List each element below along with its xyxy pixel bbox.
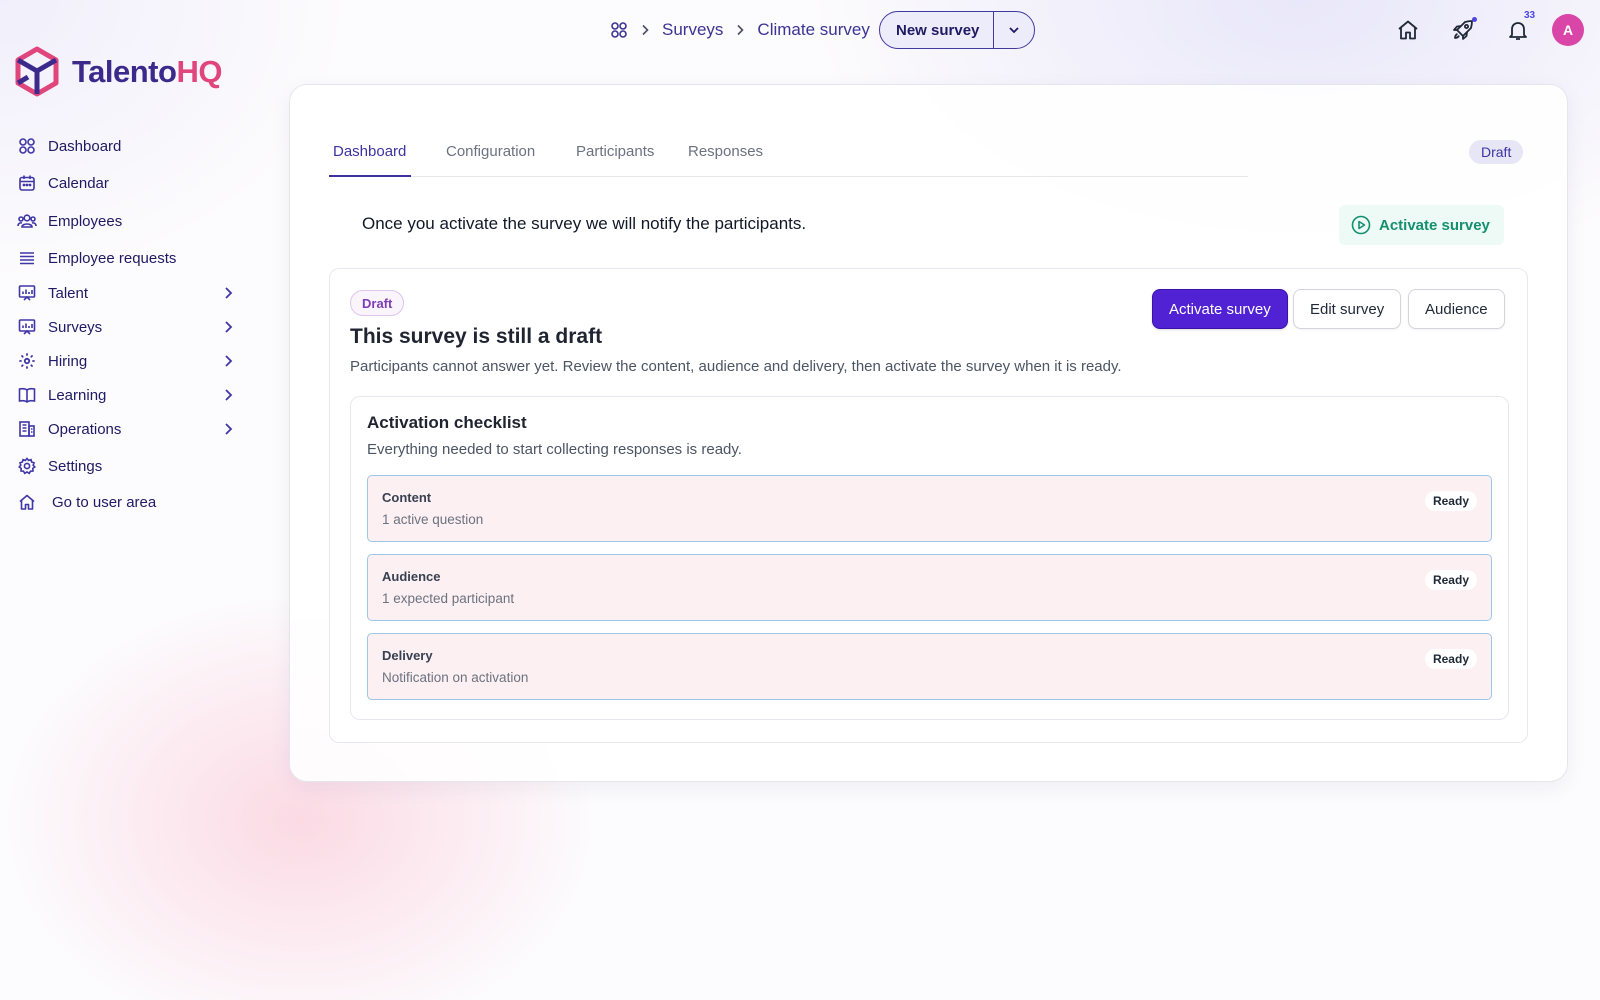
bell-icon[interactable]: 33 (1504, 10, 1535, 44)
sidebar-item-label: Learning (48, 386, 107, 404)
play-circle-icon (1351, 215, 1371, 235)
activate-survey-label: Activate survey (1379, 216, 1490, 234)
book-icon (16, 384, 38, 406)
ready-badge: Ready (1424, 491, 1477, 511)
breadcrumb-current[interactable]: Climate survey (757, 20, 869, 40)
activation-notice: Once you activate the survey we will not… (362, 214, 807, 233)
brand-name: TalentoHQ (72, 54, 222, 89)
chevron-right-icon (638, 23, 652, 37)
rocket-icon[interactable] (1449, 16, 1477, 44)
home-icon (16, 491, 38, 513)
tab-responses[interactable]: Responses (684, 139, 767, 177)
breadcrumb: Surveys Climate survey (610, 16, 870, 44)
sidebar-item-label: Settings (48, 457, 103, 475)
sidebar-item-label: Operations (48, 420, 122, 438)
notification-dot (1472, 17, 1477, 22)
ready-badge: Ready (1424, 649, 1477, 669)
tab-dashboard[interactable]: Dashboard (329, 139, 411, 177)
sidebar-item-employees[interactable]: Employees (16, 206, 246, 236)
chevron-right-icon (220, 319, 236, 335)
chevron-right-icon (733, 23, 747, 37)
calendar-icon (16, 172, 38, 194)
activation-checklist: Activation checklist Everything needed t… (350, 396, 1509, 720)
chevron-right-icon (220, 353, 236, 369)
sidebar-item-talent[interactable]: Talent (16, 278, 246, 308)
checklist-item-description: 1 expected participant (382, 591, 515, 606)
draft-title: This survey is still a draft (350, 325, 603, 348)
list-icon (16, 247, 38, 269)
sidebar-item-go-to-user-area[interactable]: Go to user area (16, 487, 246, 517)
checklist-item-name: Audience (382, 569, 441, 584)
gear-icon (16, 455, 38, 477)
logo-cube-icon (15, 46, 59, 97)
checklist-item-description: Notification on activation (382, 670, 529, 685)
draft-description: Participants cannot answer yet. Review t… (350, 358, 1122, 375)
chevron-right-icon (220, 387, 236, 403)
sidebar-item-hiring[interactable]: Hiring (16, 346, 246, 376)
sidebar-item-learning[interactable]: Learning (16, 380, 246, 410)
status-badge: Draft (1469, 140, 1524, 164)
activate-survey-button[interactable]: Activate survey (1152, 289, 1288, 329)
activate-survey-link-button[interactable]: Activate survey (1339, 205, 1504, 245)
logo[interactable]: TalentoHQ (14, 46, 222, 98)
checklist-item-name: Content (382, 490, 432, 505)
checklist-item-audience[interactable]: Audience 1 expected participant Ready (367, 554, 1492, 621)
building-icon (16, 418, 38, 440)
tab-bar: Dashboard Configuration Participants Res… (329, 139, 1248, 177)
checklist-title: Activation checklist (367, 413, 527, 432)
new-survey-dropdown-button[interactable] (994, 12, 1034, 48)
sidebar-item-label: Talent (48, 284, 89, 302)
checklist-item-name: Delivery (382, 648, 433, 663)
sidebar-item-label: Surveys (48, 318, 103, 336)
chevron-right-icon (220, 421, 236, 437)
chevron-right-icon (220, 285, 236, 301)
avatar[interactable]: A (1552, 14, 1584, 46)
hiring-icon (16, 350, 38, 372)
apps-grid-icon[interactable] (610, 21, 628, 39)
sidebar-item-operations[interactable]: Operations (16, 414, 246, 444)
sidebar-item-label: Go to user area (52, 493, 157, 511)
sidebar-item-calendar[interactable]: Calendar (16, 168, 246, 198)
sidebar-item-label: Hiring (48, 352, 88, 370)
chevron-down-icon (1007, 23, 1021, 37)
survey-card: Dashboard Configuration Participants Res… (289, 84, 1568, 782)
tab-configuration[interactable]: Configuration (442, 139, 539, 177)
ready-badge: Ready (1424, 570, 1477, 590)
draft-panel: Draft This survey is still a draft Parti… (329, 268, 1528, 743)
sidebar-item-label: Calendar (48, 174, 109, 192)
dashboard-icon (16, 135, 38, 157)
sidebar-item-dashboard[interactable]: Dashboard (16, 131, 246, 161)
audience-button[interactable]: Audience (1408, 289, 1505, 329)
chart-icon (16, 316, 38, 338)
sidebar-item-label: Employee requests (48, 249, 177, 267)
breadcrumb-surveys[interactable]: Surveys (662, 20, 723, 40)
draft-badge: Draft (350, 290, 405, 316)
employees-icon (16, 210, 38, 232)
new-survey-button[interactable]: New survey (880, 12, 995, 48)
chart-icon (16, 282, 38, 304)
sidebar-item-surveys[interactable]: Surveys (16, 312, 246, 342)
notification-count: 33 (1524, 10, 1536, 21)
edit-survey-button[interactable]: Edit survey (1293, 289, 1402, 329)
checklist-subtitle: Everything needed to start collecting re… (367, 441, 742, 458)
sidebar-item-employee-requests[interactable]: Employee requests (16, 243, 246, 273)
sidebar-item-settings[interactable]: Settings (16, 451, 246, 481)
tab-participants[interactable]: Participants (572, 139, 658, 177)
checklist-item-content[interactable]: Content 1 active question Ready (367, 475, 1492, 542)
checklist-item-description: 1 active question (382, 512, 484, 527)
checklist-item-delivery[interactable]: Delivery Notification on activation Read… (367, 633, 1492, 700)
sidebar-item-label: Dashboard (48, 137, 122, 155)
new-survey-split-button: New survey (879, 11, 1036, 49)
sidebar-item-label: Employees (48, 212, 123, 230)
home-icon[interactable] (1394, 16, 1422, 44)
